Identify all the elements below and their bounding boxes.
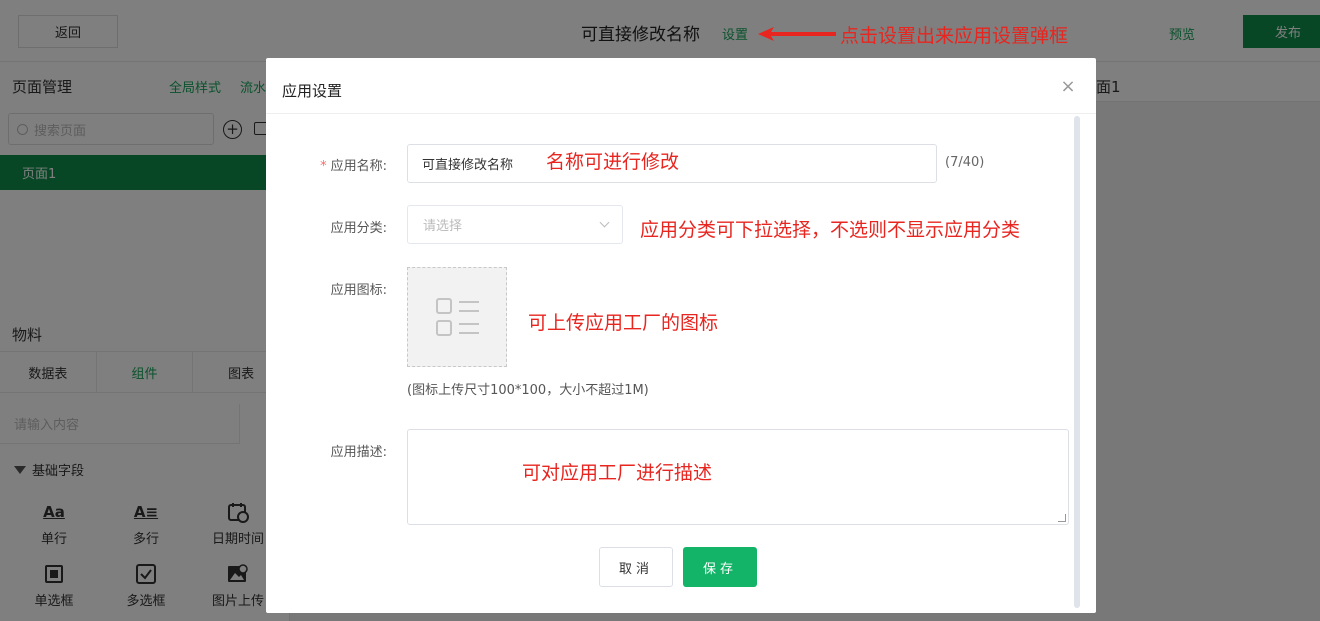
annotation-settings: 点击设置出来应用设置弹框 [840,25,1069,47]
icon-upload-hint: (图标上传尺寸100*100，大小不超过1M) [407,383,649,398]
annotation-desc: 可对应用工厂进行描述 [522,462,713,484]
dialog-scrollbar[interactable] [1074,116,1080,608]
list-placeholder-icon [436,298,479,336]
annotation-category: 应用分类可下拉选择，不选则不显示应用分类 [640,219,1021,241]
app-settings-dialog: 应用设置 × * 应用名称: 可直接修改名称 (7/40) 应用分类: 请选择 应… [266,58,1096,613]
category-placeholder: 请选择 [423,219,463,234]
app-name-label: * 应用名称: [320,159,387,174]
app-category-select[interactable]: 请选择 [407,205,623,244]
annotation-icon: 可上传应用工厂的图标 [528,312,719,334]
chevron-down-icon [599,217,610,228]
resize-handle-icon[interactable] [1058,514,1066,522]
dialog-title: 应用设置 [282,82,343,100]
arrow-left-icon [758,27,836,41]
required-mark: * [320,159,327,174]
app-category-label: 应用分类: [330,221,387,236]
dialog-header: 应用设置 × [266,58,1096,114]
annotation-name: 名称可进行修改 [546,151,680,173]
char-counter: (7/40) [945,155,985,170]
cancel-button[interactable]: 取消 [599,547,673,587]
close-icon[interactable]: × [1058,76,1078,97]
app-desc-textarea[interactable] [407,429,1069,525]
icon-upload-area[interactable] [407,267,507,367]
app-desc-label: 应用描述: [330,445,387,460]
app-icon-label: 应用图标: [330,283,387,298]
save-button[interactable]: 保存 [683,547,757,587]
